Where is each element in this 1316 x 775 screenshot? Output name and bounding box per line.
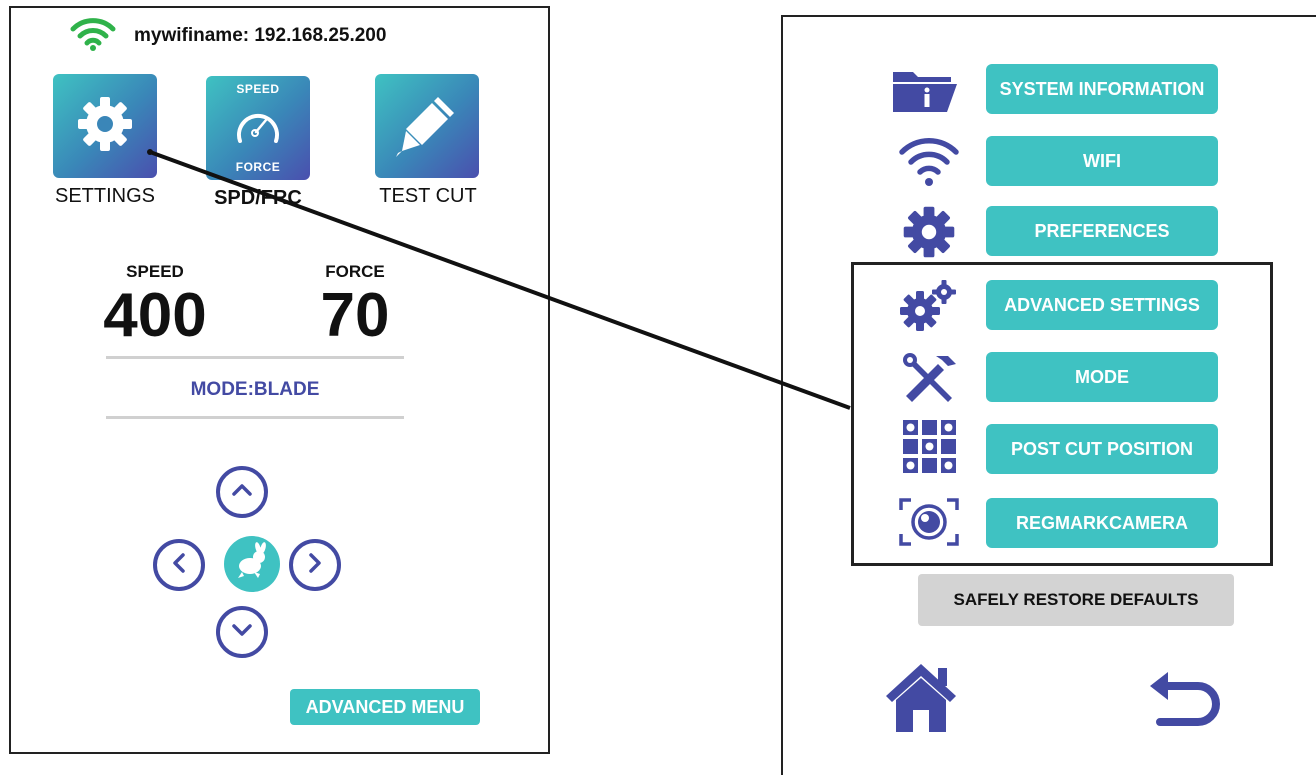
camera-icon <box>894 496 964 548</box>
home-button[interactable] <box>884 662 958 739</box>
preferences-button[interactable]: PREFERENCES <box>986 206 1218 256</box>
back-icon <box>1146 672 1222 732</box>
wifi-menu-icon <box>894 136 964 188</box>
wifi-button[interactable]: WIFI <box>986 136 1218 186</box>
safely-restore-defaults-button[interactable]: SAFELY RESTORE DEFAULTS <box>918 574 1234 626</box>
mode-button[interactable]: MODE <box>986 352 1218 402</box>
home-icon <box>884 664 958 738</box>
tools-icon <box>894 352 964 404</box>
gears-icon <box>894 280 964 332</box>
advanced-settings-button[interactable]: ADVANCED SETTINGS <box>986 280 1218 330</box>
preferences-gear-icon <box>894 206 964 258</box>
folder-info-icon <box>890 64 960 116</box>
grid-icon <box>894 420 964 473</box>
post-cut-position-button[interactable]: POST CUT POSITION <box>986 424 1218 474</box>
back-button[interactable] <box>1146 668 1222 733</box>
system-information-button[interactable]: SYSTEM INFORMATION <box>986 64 1218 114</box>
regmark-camera-button[interactable]: REGMARKCAMERA <box>986 498 1218 548</box>
